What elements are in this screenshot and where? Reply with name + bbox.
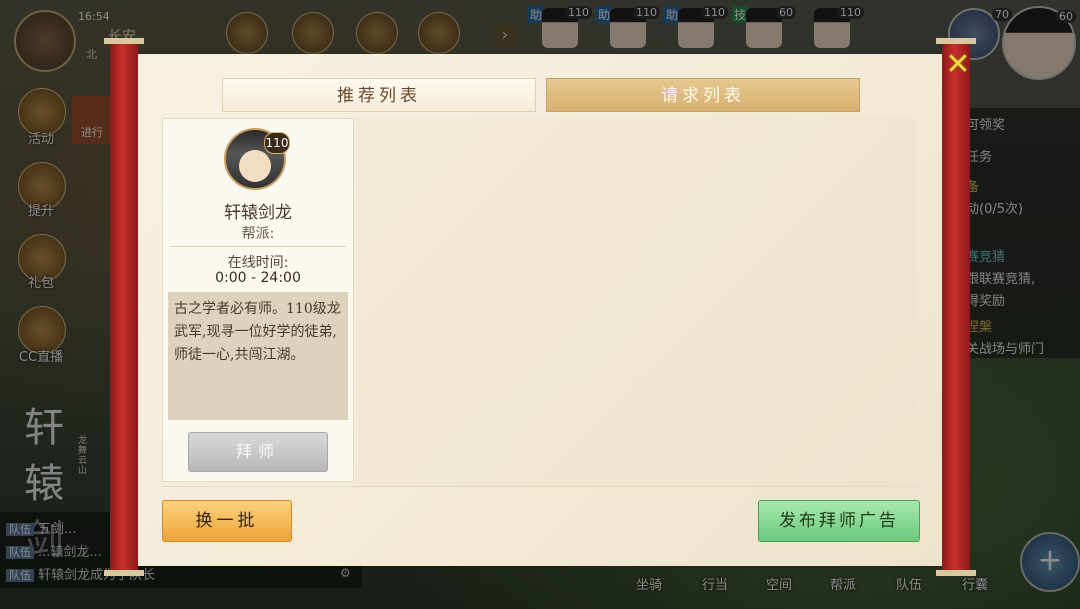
close-icon[interactable]: ✕: [942, 50, 974, 82]
online-time-label: 在线时间:: [227, 255, 289, 271]
divider: [162, 486, 918, 487]
refresh-button[interactable]: 换一批: [162, 500, 292, 542]
divider: [170, 246, 346, 247]
publish-ad-button[interactable]: 发布拜师广告: [758, 500, 920, 542]
mentor-description: 古之学者必有师。110级龙武军,现寻一位好学的徒弟,师徒一心,共闯江湖。: [168, 292, 348, 420]
tab-recommended[interactable]: 推荐列表: [222, 78, 536, 112]
scroll-cap: [104, 38, 144, 44]
scroll-cap: [104, 570, 144, 576]
list-area: [356, 118, 916, 486]
apprentice-button[interactable]: 拜师: [188, 432, 328, 472]
tab-requests[interactable]: 请求列表: [546, 78, 860, 112]
scroll-cap: [936, 570, 976, 576]
scroll-rod-right: [936, 38, 976, 576]
mentor-name: 轩辕剑龙: [224, 203, 292, 223]
mentor-guild: 帮派:: [241, 226, 275, 242]
scroll-rod-left: [104, 38, 144, 576]
online-time-value: 0:00 - 24:00: [215, 270, 301, 286]
mentor-level-badge: 110: [264, 132, 290, 154]
scroll-cap: [936, 38, 976, 44]
